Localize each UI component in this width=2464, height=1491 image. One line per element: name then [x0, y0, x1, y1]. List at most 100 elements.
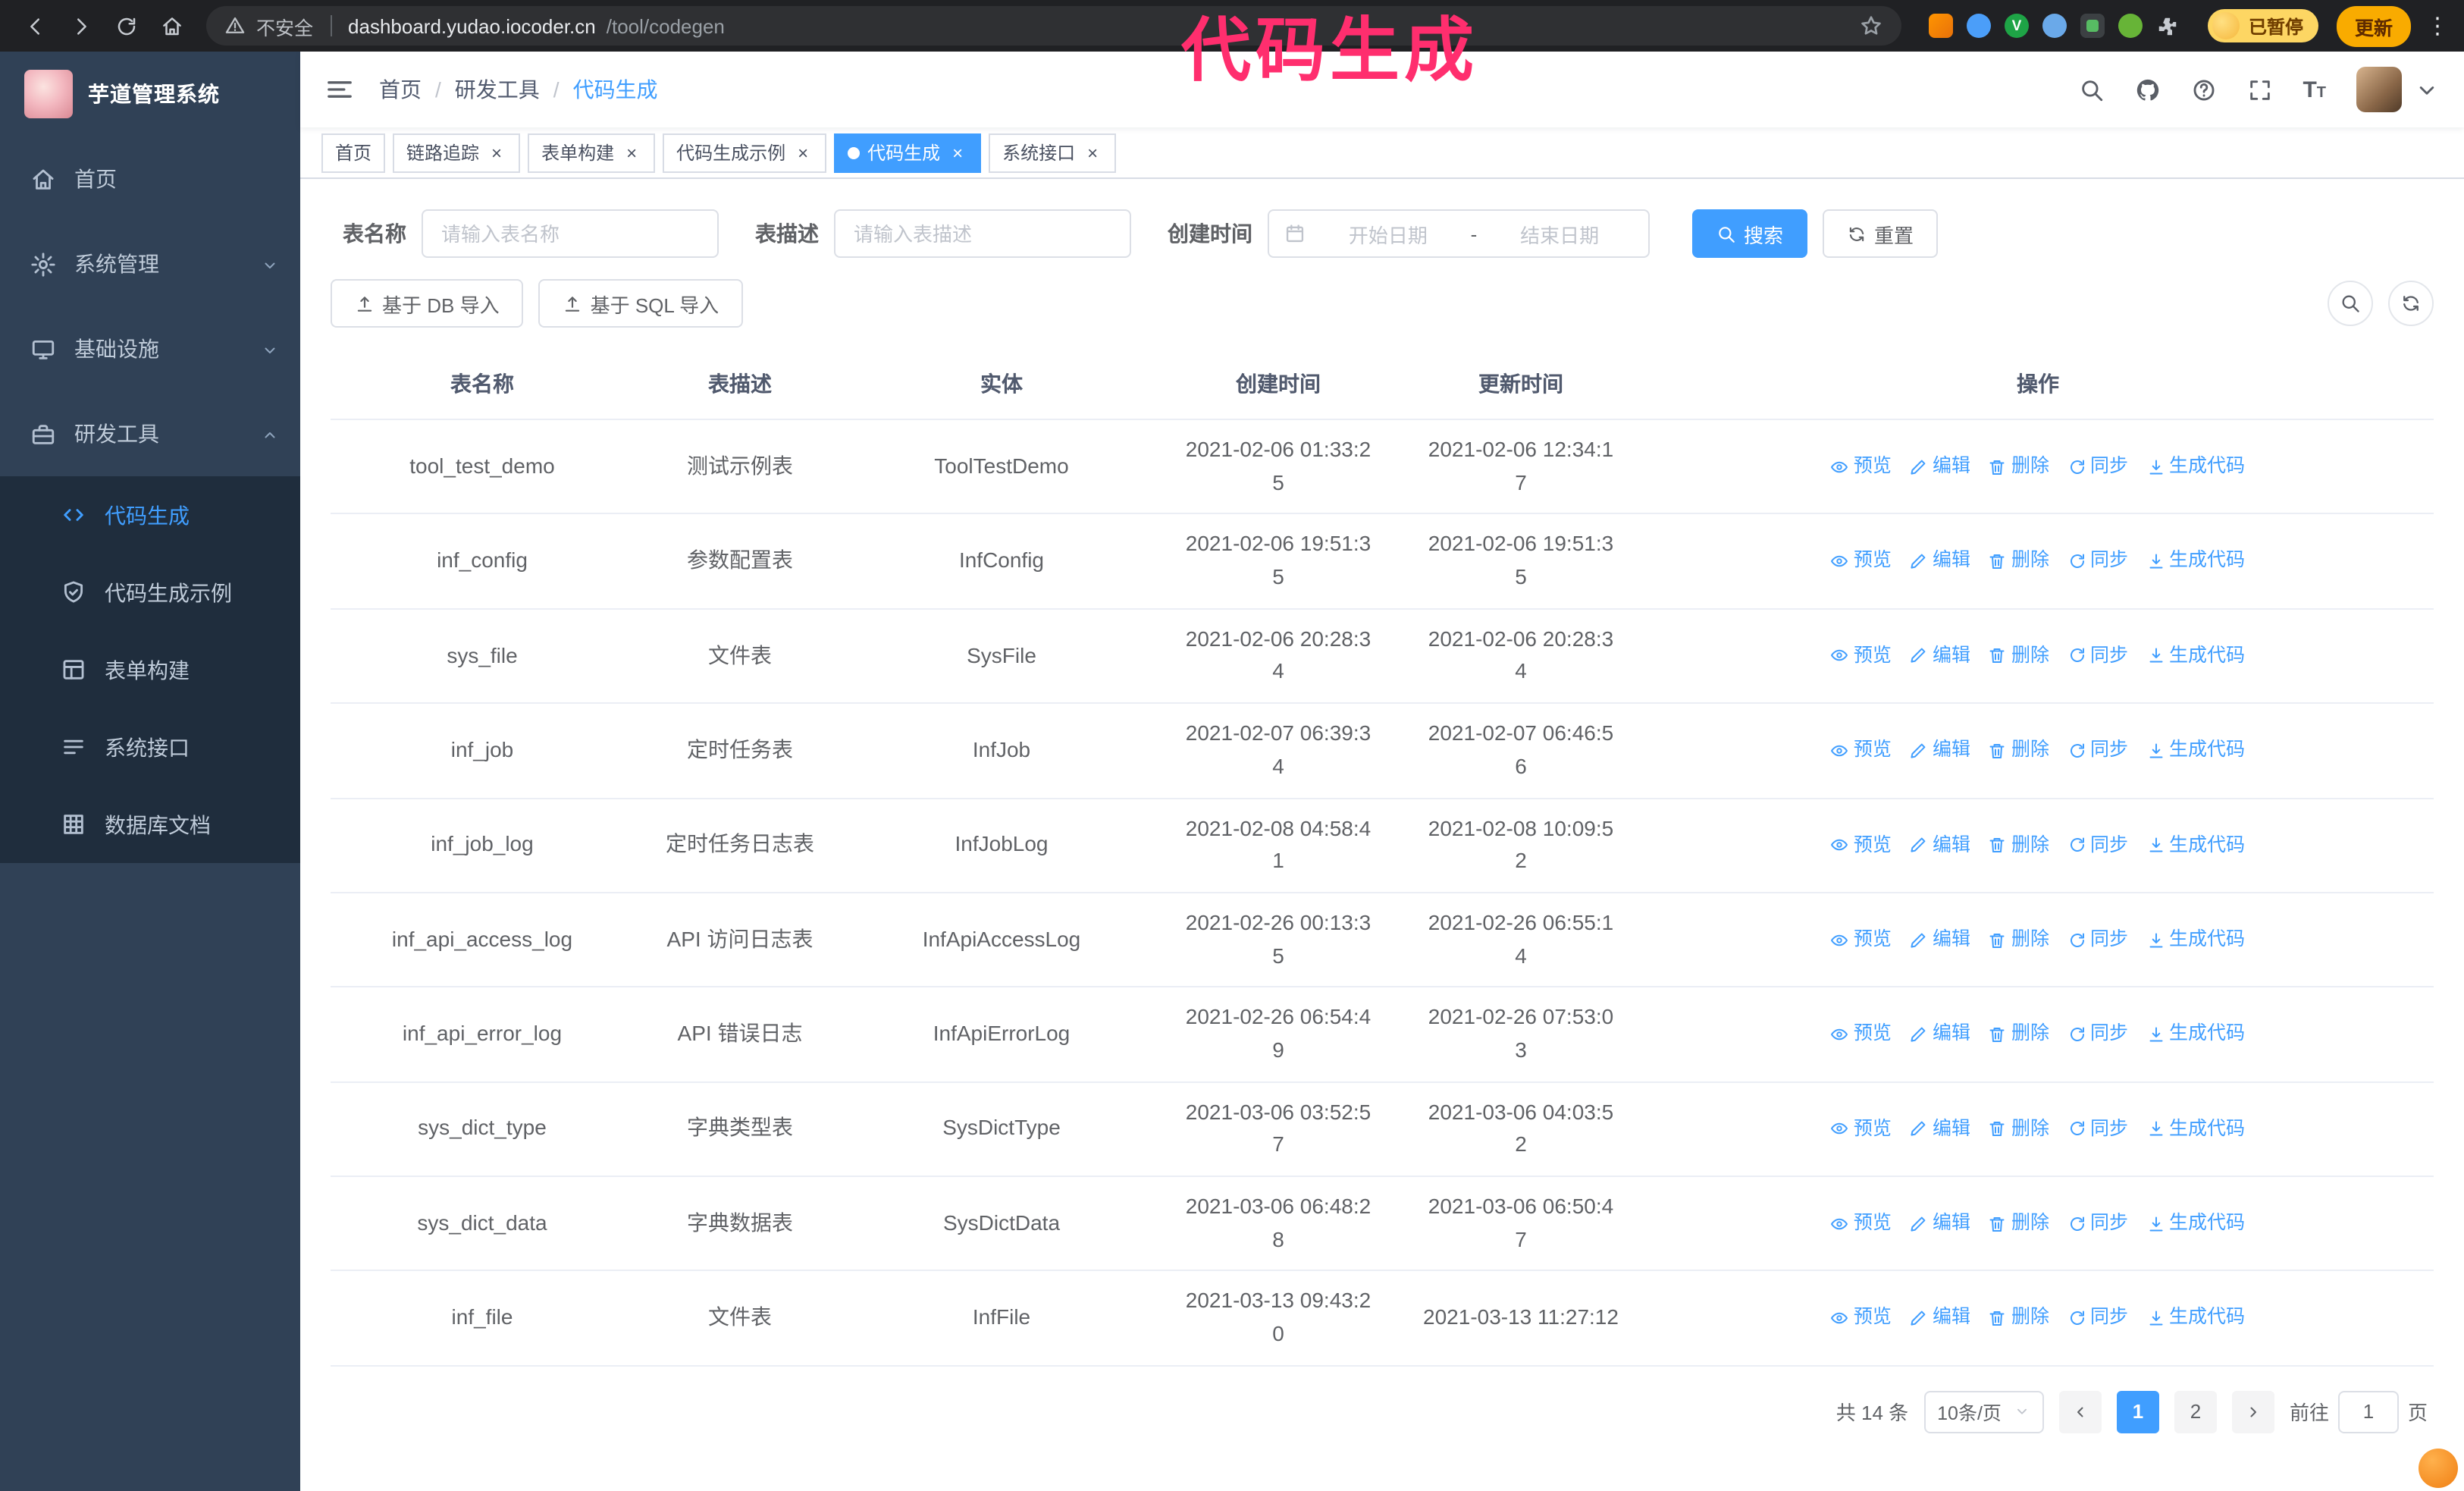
app-logo[interactable]: 芋道管理系统 — [0, 52, 300, 137]
end-date-placeholder[interactable]: 结束日期 — [1486, 219, 1633, 248]
close-icon[interactable]: × — [793, 143, 813, 162]
browser-back-button[interactable] — [15, 6, 55, 46]
goto-page-input[interactable] — [2337, 1390, 2399, 1433]
sync-link[interactable]: 同步 — [2067, 642, 2128, 671]
breadcrumb-item[interactable]: 研发工具 — [455, 74, 540, 105]
edit-link[interactable]: 编辑 — [1910, 1114, 1970, 1144]
edit-link[interactable]: 编辑 — [1910, 547, 1970, 576]
refresh-table-button[interactable] — [2388, 281, 2434, 326]
edit-link[interactable]: 编辑 — [1910, 452, 1970, 482]
generate-code-link[interactable]: 生成代码 — [2146, 1020, 2245, 1050]
search-icon[interactable] — [2078, 77, 2104, 102]
generate-code-link[interactable]: 生成代码 — [2146, 452, 2245, 482]
green-v-extension-icon[interactable]: V — [2004, 14, 2029, 38]
generate-code-link[interactable]: 生成代码 — [2146, 547, 2245, 576]
page-size-select[interactable]: 10条/页 — [1923, 1390, 2044, 1433]
fullscreen-icon[interactable] — [2246, 77, 2272, 102]
floating-badge[interactable] — [2419, 1449, 2458, 1488]
breadcrumb-item[interactable]: 首页 — [379, 74, 422, 105]
sync-link[interactable]: 同步 — [2067, 736, 2128, 765]
delete-link[interactable]: 删除 — [1989, 452, 2049, 482]
sidebar-subitem-0[interactable]: 代码生成 — [0, 476, 300, 554]
orange-extension-icon[interactable] — [1928, 14, 1953, 38]
import-sql-button[interactable]: 基于 SQL 导入 — [538, 279, 744, 328]
prev-page-button[interactable] — [2058, 1390, 2102, 1433]
sync-link[interactable]: 同步 — [2067, 1020, 2128, 1050]
sync-link[interactable]: 同步 — [2067, 1304, 2128, 1333]
hamburger-icon[interactable] — [324, 74, 355, 105]
address-bar[interactable]: 不安全 dashboard.yudao.iocoder.cn/tool/code… — [206, 6, 1901, 46]
edit-link[interactable]: 编辑 — [1910, 736, 1970, 765]
sidebar-subitem-3[interactable]: 系统接口 — [0, 708, 300, 786]
chevron-down-icon[interactable] — [2414, 77, 2440, 102]
sidebar-subitem-1[interactable]: 代码生成示例 — [0, 554, 300, 631]
generate-code-link[interactable]: 生成代码 — [2146, 642, 2245, 671]
browser-reload-button[interactable] — [106, 6, 146, 46]
edit-link[interactable]: 编辑 — [1910, 1020, 1970, 1050]
close-icon[interactable]: × — [948, 143, 967, 162]
delete-link[interactable]: 删除 — [1989, 830, 2049, 860]
sidebar-subitem-2[interactable]: 表单构建 — [0, 631, 300, 708]
preview-link[interactable]: 预览 — [1831, 830, 1892, 860]
preview-link[interactable]: 预览 — [1831, 925, 1892, 955]
tab-4[interactable]: 代码生成 × — [834, 133, 982, 172]
reset-button[interactable]: 重置 — [1823, 209, 1939, 258]
delete-link[interactable]: 删除 — [1989, 736, 2049, 765]
blue-extension-icon[interactable] — [1966, 14, 1991, 38]
dark-extension-icon[interactable] — [2080, 14, 2105, 38]
delete-link[interactable]: 删除 — [1989, 925, 2049, 955]
edit-link[interactable]: 编辑 — [1910, 1209, 1970, 1238]
tab-5[interactable]: 系统接口 × — [989, 133, 1117, 172]
start-date-placeholder[interactable]: 开始日期 — [1315, 219, 1462, 248]
generate-code-link[interactable]: 生成代码 — [2146, 1209, 2245, 1238]
generate-code-link[interactable]: 生成代码 — [2146, 925, 2245, 955]
edit-link[interactable]: 编辑 — [1910, 1304, 1970, 1333]
page-button-2[interactable]: 2 — [2174, 1390, 2217, 1433]
sidebar-item-1[interactable]: 系统管理 — [0, 221, 300, 306]
close-icon[interactable]: × — [622, 143, 641, 162]
date-range-picker[interactable]: 开始日期 - 结束日期 — [1268, 209, 1650, 258]
user-avatar[interactable] — [2356, 67, 2402, 112]
delete-link[interactable]: 删除 — [1989, 642, 2049, 671]
generate-code-link[interactable]: 生成代码 — [2146, 1114, 2245, 1144]
generate-code-link[interactable]: 生成代码 — [2146, 736, 2245, 765]
close-icon[interactable]: × — [1083, 143, 1102, 162]
preview-link[interactable]: 预览 — [1831, 1304, 1892, 1333]
delete-link[interactable]: 删除 — [1989, 1304, 2049, 1333]
bookmark-star-icon[interactable] — [1859, 14, 1883, 38]
security-label[interactable]: 不安全 — [256, 11, 313, 40]
table-desc-input[interactable] — [834, 209, 1131, 258]
tab-3[interactable]: 代码生成示例 × — [663, 133, 827, 172]
sidebar-subitem-4[interactable]: 数据库文档 — [0, 786, 300, 863]
sync-link[interactable]: 同步 — [2067, 547, 2128, 576]
sync-link[interactable]: 同步 — [2067, 1209, 2128, 1238]
preview-link[interactable]: 预览 — [1831, 1114, 1892, 1144]
close-icon[interactable]: × — [487, 143, 506, 162]
preview-link[interactable]: 预览 — [1831, 642, 1892, 671]
browser-update-button[interactable]: 更新 — [2336, 5, 2411, 46]
delete-link[interactable]: 删除 — [1989, 547, 2049, 576]
import-db-button[interactable]: 基于 DB 导入 — [331, 279, 524, 328]
preview-link[interactable]: 预览 — [1831, 1020, 1892, 1050]
sidebar-item-2[interactable]: 基础设施 — [0, 306, 300, 391]
toggle-search-button[interactable] — [2328, 281, 2373, 326]
next-page-button[interactable] — [2231, 1390, 2274, 1433]
leaf-extension-icon[interactable] — [2118, 14, 2143, 38]
page-button-1[interactable]: 1 — [2116, 1390, 2159, 1433]
sidebar-item-0[interactable]: 首页 — [0, 137, 300, 221]
sync-link[interactable]: 同步 — [2067, 925, 2128, 955]
preview-link[interactable]: 预览 — [1831, 1209, 1892, 1238]
sidebar-item-3[interactable]: 研发工具 — [0, 391, 300, 476]
tab-2[interactable]: 表单构建 × — [528, 133, 656, 172]
edit-link[interactable]: 编辑 — [1910, 925, 1970, 955]
sync-link[interactable]: 同步 — [2067, 1114, 2128, 1144]
browser-profile-chip[interactable]: 已暂停 — [2207, 9, 2318, 42]
preview-link[interactable]: 预览 — [1831, 452, 1892, 482]
tab-1[interactable]: 链路追踪 × — [393, 133, 521, 172]
delete-link[interactable]: 删除 — [1989, 1114, 2049, 1144]
preview-link[interactable]: 预览 — [1831, 736, 1892, 765]
puzzle-extensions-icon[interactable] — [2156, 14, 2180, 38]
browser-menu-icon[interactable]: ⋮ — [2426, 12, 2449, 39]
browser-home-button[interactable] — [152, 6, 191, 46]
sync-link[interactable]: 同步 — [2067, 830, 2128, 860]
